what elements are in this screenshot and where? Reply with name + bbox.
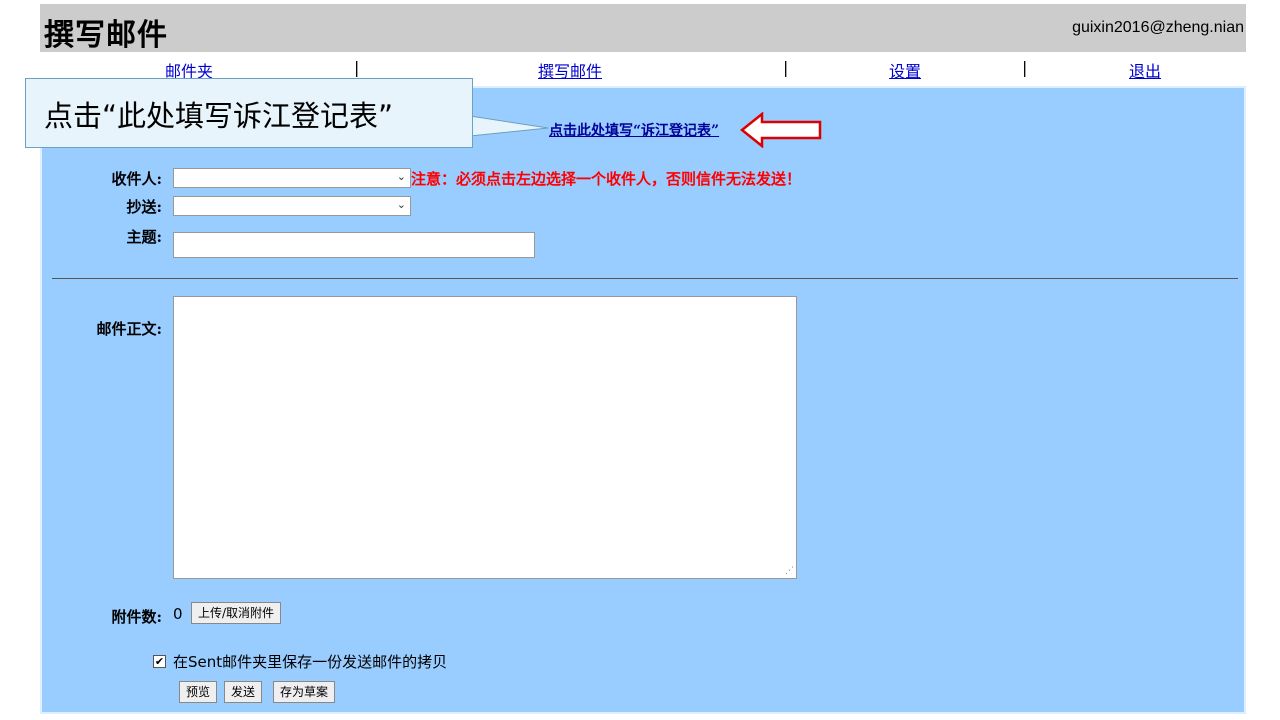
attachments-label: 附件数: — [111, 608, 162, 626]
save-copy-label: 在Sent邮件夹里保存一份发送邮件的拷贝 — [173, 653, 448, 671]
chevron-down-icon: ⌄ — [396, 170, 406, 183]
send-button[interactable]: 发送 — [224, 681, 263, 703]
left-arrow-icon — [740, 112, 822, 148]
save-copy-checkbox[interactable]: ✔ — [153, 655, 166, 668]
to-label: 收件人: — [111, 170, 162, 188]
nav-separator: | — [783, 58, 789, 77]
save-draft-button[interactable]: 存为草案 — [273, 681, 336, 703]
instruction-callout: 点击“此处填写诉江登记表” — [25, 78, 473, 148]
cc-select[interactable]: ⌄ — [173, 196, 411, 216]
chevron-down-icon: ⌄ — [396, 198, 406, 211]
nav-compose[interactable]: 撰写邮件 — [538, 58, 602, 82]
checkmark-icon: ✔ — [154, 655, 165, 668]
recipient-warning: 注意：必须点击左边选择一个收件人，否则信件无法发送！ — [411, 170, 802, 188]
registration-form-link[interactable]: 点击此处填写“诉江登记表” — [549, 120, 719, 140]
resize-grip-icon[interactable]: ⋰ — [785, 566, 794, 576]
nav-settings[interactable]: 设置 — [889, 58, 921, 82]
body-label: 邮件正文: — [96, 320, 162, 338]
upload-attachment-button[interactable]: 上传/取消附件 — [191, 602, 282, 624]
callout-pointer — [470, 115, 549, 137]
compose-panel: 点击此处填写“诉江登记表” 收件人: ⌄ 注意：必须点击左边选择一个收件人，否则… — [40, 86, 1246, 714]
attachment-count: 0 — [173, 605, 183, 623]
header-bar: 撰写邮件 guixin2016@zheng.nian — [40, 4, 1246, 53]
to-select[interactable]: ⌄ — [173, 168, 411, 188]
callout-text: 点击“此处填写诉江登记表” — [44, 99, 394, 133]
cc-label: 抄送: — [126, 198, 162, 216]
nav-separator: | — [354, 58, 360, 77]
subject-input[interactable] — [173, 232, 535, 258]
subject-label: 主题: — [126, 228, 162, 246]
page-title: 撰写邮件 — [44, 18, 168, 53]
preview-button[interactable]: 预览 — [179, 681, 218, 703]
divider — [52, 278, 1238, 279]
nav-logout[interactable]: 退出 — [1129, 58, 1161, 82]
message-body-textarea[interactable]: ⋰ — [173, 296, 797, 579]
user-email: guixin2016@zheng.nian — [1072, 19, 1244, 36]
nav-separator: | — [1022, 58, 1028, 77]
